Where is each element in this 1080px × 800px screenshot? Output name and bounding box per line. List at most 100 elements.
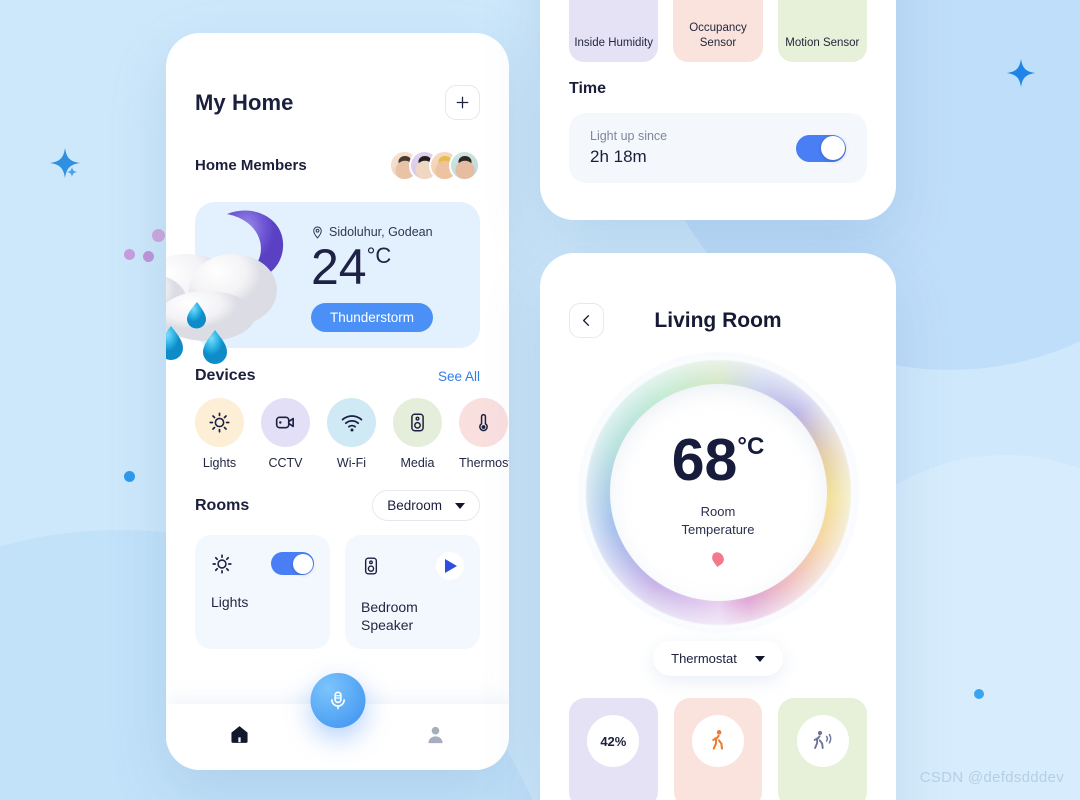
brightness-icon (212, 553, 232, 574)
device-item-lights[interactable]: Lights (195, 398, 244, 470)
avatar[interactable] (449, 150, 480, 181)
star-4-point-icon-right (1006, 58, 1036, 88)
dial-temp-value: 68 (671, 426, 738, 493)
location-pin-icon (313, 226, 322, 239)
device-item-thermostat[interactable]: Thermostat (459, 398, 509, 470)
room-card-speaker[interactable]: Bedroom Speaker (345, 535, 480, 649)
weather-condition-badge[interactable]: Thunderstorm (311, 303, 434, 332)
chevron-down-icon (754, 655, 765, 662)
sensor-card-inside-humidity[interactable]: Inside Humidity (569, 0, 659, 62)
room-card-label: Lights (211, 594, 249, 610)
rainy-night-cloud-icon (166, 210, 284, 364)
person-icon (428, 726, 443, 744)
bg-dot-purple-3 (143, 251, 154, 262)
weather-info: Sidoluhur, Godean 24 °C Thunderstorm (311, 225, 434, 332)
thermometer-icon (479, 413, 488, 432)
device-item-wifi[interactable]: Wi-Fi (327, 398, 376, 470)
member-avatars[interactable] (389, 150, 480, 181)
living-room-sensor-cards: 42% (540, 676, 896, 800)
weather-location-row: Sidoluhur, Godean (311, 225, 433, 239)
dial-temp-unit: °C (737, 432, 765, 460)
phone-sensor-time-screen: Inside Humidity Occupancy Sensor Motion … (540, 0, 896, 220)
light-up-since-card[interactable]: Light up since 2h 18m (569, 113, 867, 183)
device-label: Lights (202, 456, 237, 470)
speaker-icon (364, 557, 378, 575)
dial-caption-line1: Room (700, 503, 736, 519)
room-select-value: Bedroom (387, 498, 442, 513)
rooms-section-header: Rooms Bedroom (195, 490, 480, 521)
page-title: My Home (195, 89, 294, 115)
sensor-card-motion[interactable]: Motion Sensor (777, 0, 867, 62)
speaker-icon (411, 413, 424, 432)
bg-dot-purple-1 (152, 229, 165, 242)
weather-temp-unit: °C (366, 243, 392, 268)
time-section-title: Time (569, 80, 607, 97)
device-label: Media (400, 456, 435, 470)
drop-marker-icon (709, 550, 727, 567)
thermostat-mode-value: Thermostat (671, 651, 737, 666)
rooms-title: Rooms (195, 496, 250, 514)
dial-caption-line2: Temperature (681, 521, 755, 537)
home-members-row[interactable]: Home Members (195, 150, 480, 181)
home-members-label: Home Members (195, 157, 307, 174)
room-card-lights[interactable]: Lights (195, 535, 330, 649)
sensor-card-label: Inside Humidity (574, 36, 653, 49)
room-card-label: Bedroom Speaker (361, 599, 418, 633)
devices-title: Devices (195, 367, 256, 384)
sensor-card-label: Motion Sensor (785, 36, 860, 49)
light-up-since-value: 2h 18m (590, 147, 647, 166)
device-label: Thermostat (459, 456, 509, 470)
dial-caption: Room Temperature (682, 503, 755, 538)
back-button[interactable] (569, 303, 604, 338)
living-room-header: Living Room (540, 253, 896, 338)
room-lights-toggle[interactable] (271, 552, 314, 575)
video-camera-icon (275, 416, 294, 429)
nav-item-profile[interactable] (424, 723, 447, 751)
sensor-card-humidity[interactable]: 42% (569, 698, 658, 800)
sensor-card-occupancy[interactable]: Occupancy Sensor (673, 0, 763, 62)
device-label: Wi-Fi (336, 456, 367, 470)
walking-person-icon (712, 730, 724, 750)
light-up-since-label: Light up since (590, 129, 668, 143)
chevron-left-icon (583, 315, 590, 326)
dial-temperature: 68 °C (671, 426, 765, 493)
device-item-cctv[interactable]: CCTV (261, 398, 310, 470)
microphone-icon (330, 691, 345, 710)
watermark: CSDN @defdsdddev (919, 769, 1064, 786)
add-device-button[interactable] (445, 85, 480, 120)
brightness-icon (209, 412, 230, 433)
weather-temperature: 24 °C (311, 242, 433, 292)
devices-section-header: Devices See All (195, 367, 480, 385)
wifi-icon (341, 414, 362, 431)
temperature-dial[interactable]: 68 °C Room Temperature (577, 352, 859, 633)
home-icon (231, 726, 248, 743)
thermostat-mode-dropdown[interactable]: Thermostat (653, 641, 783, 676)
sensor-card-list: Inside Humidity Occupancy Sensor Motion … (569, 0, 867, 62)
bg-dot-purple-2 (124, 249, 135, 260)
device-label: CCTV (268, 456, 303, 470)
bg-dot-right (974, 689, 984, 699)
weather-card[interactable]: Sidoluhur, Godean 24 °C Thunderstorm (166, 202, 480, 364)
bg-dot-left (124, 471, 135, 482)
room-cards: Lights Bedroom Speaker (195, 535, 480, 649)
sensor-card-occupancy[interactable] (673, 698, 763, 800)
humidity-value-bubble: 42% (587, 715, 640, 767)
motion-person-icon (813, 730, 832, 749)
speaker-play-button[interactable] (436, 552, 464, 580)
devices-see-all-link[interactable]: See All (438, 369, 480, 384)
weather-temp-value: 24 (311, 239, 367, 295)
star-4-point-icon-left-small (66, 166, 78, 178)
sensor-card-motion[interactable] (778, 698, 868, 800)
phone-home-screen: My Home Home Members Sidoluhur, Godean 2… (166, 33, 509, 770)
device-item-media[interactable]: Media (393, 398, 442, 470)
room-select-dropdown[interactable]: Bedroom (372, 490, 480, 521)
nav-item-home[interactable] (228, 723, 251, 751)
light-up-toggle[interactable] (796, 134, 846, 162)
dial-face: 68 °C Room Temperature (609, 384, 827, 601)
play-icon (445, 559, 457, 573)
sensor-card-label: Occupancy Sensor (689, 21, 747, 49)
phone-living-room-screen: Living Room 68 °C Room Temperature Therm… (540, 253, 896, 800)
home-header: My Home (195, 85, 480, 120)
voice-assistant-button[interactable] (310, 673, 365, 728)
weather-location-text: Sidoluhur, Godean (329, 225, 433, 239)
